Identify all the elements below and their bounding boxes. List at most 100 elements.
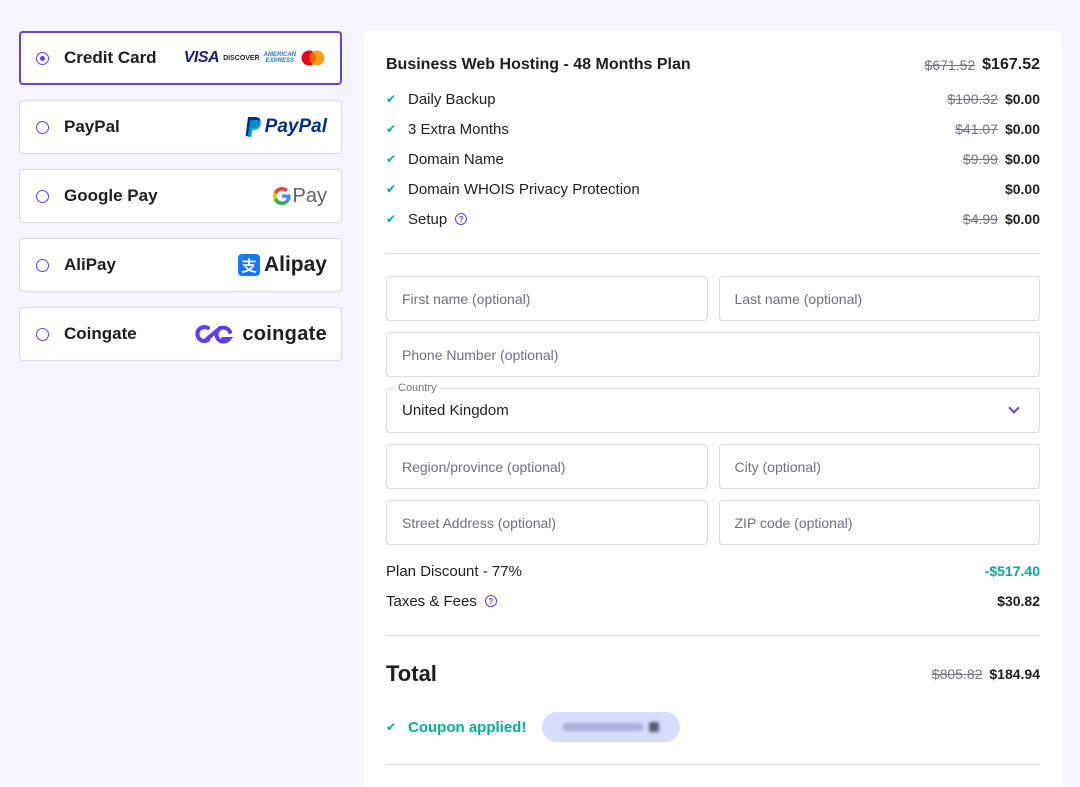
help-icon[interactable]: ? (455, 213, 468, 225)
item-label: Domain Name (408, 150, 504, 168)
mastercard-icon (301, 50, 325, 66)
discount-value: -$517.40 (984, 563, 1040, 579)
radio-unselected-icon[interactable] (36, 120, 49, 134)
plan-price: $671.52 $167.52 (925, 56, 1040, 74)
payment-option-label: PayPal (64, 117, 120, 136)
list-item: ✔ Domain Name $9.99 $0.00 (386, 144, 1040, 174)
price-summary: Plan Discount - 77% -$517.40 Taxes & Fee… (386, 556, 1040, 616)
plan-new-price: $167.52 (982, 56, 1040, 73)
total-label: Total (386, 661, 437, 686)
item-price: $0.00 (1004, 211, 1040, 227)
radio-unselected-icon[interactable] (36, 189, 49, 203)
zip-code-field[interactable] (718, 500, 1040, 545)
item-old-price: $100.32 (947, 91, 998, 107)
list-item: ✔ 3 Extra Months $41.07 $0.00 (386, 114, 1040, 144)
item-old-price: $9.99 (962, 151, 998, 167)
payment-option-google-pay[interactable]: Google Pay Pay (19, 169, 342, 223)
coingate-logo-text: coingate (242, 322, 327, 345)
check-icon: ✔ (386, 152, 397, 166)
payment-option-alipay[interactable]: AliPay 支 Alipay (19, 238, 342, 292)
blurred-coupon-code (563, 723, 644, 731)
check-icon: ✔ (386, 212, 397, 226)
total-new-price: $184.94 (989, 666, 1040, 682)
phone-field[interactable] (386, 332, 1040, 377)
discount-row: Plan Discount - 77% -$517.40 (386, 556, 1040, 586)
item-label: 3 Extra Months (408, 120, 509, 138)
billing-form: Country United Kingdom (386, 276, 1040, 545)
coupon-applied-text: Coupon applied! (408, 718, 527, 736)
country-select[interactable]: Country United Kingdom (386, 382, 1040, 433)
paypal-logo: PayPal (244, 116, 327, 138)
radio-selected-icon[interactable] (36, 51, 49, 65)
chevron-down-icon (1008, 402, 1020, 414)
divider (386, 635, 1040, 636)
payment-option-label: AliPay (64, 255, 116, 274)
check-icon: ✔ (386, 122, 397, 136)
last-name-field[interactable] (718, 276, 1040, 321)
order-summary-panel: Business Web Hosting - 48 Months Plan $6… (364, 31, 1062, 787)
visa-icon: VISA (183, 49, 220, 66)
payment-option-label: Coingate (64, 324, 137, 343)
list-item: ✔ Daily Backup $100.32 $0.00 (386, 84, 1040, 114)
radio-unselected-icon[interactable] (36, 327, 49, 341)
paypal-icon (245, 117, 261, 137)
alipay-logo-text: Alipay (263, 253, 327, 276)
check-icon: ✔ (386, 92, 397, 106)
discount-label: Plan Discount - 77% (386, 562, 522, 580)
street-address-field[interactable] (386, 500, 708, 545)
google-pay-logo-text: Pay (292, 184, 327, 207)
payment-option-coingate[interactable]: Coingate coingate (19, 307, 342, 361)
plan-row: Business Web Hosting - 48 Months Plan $6… (386, 55, 1040, 75)
first-name-field[interactable] (386, 276, 708, 321)
item-price: $0.00 (1004, 121, 1040, 137)
item-label: Setup (408, 210, 448, 228)
blurred-coupon-icon (649, 722, 660, 732)
item-old-price: $4.99 (962, 211, 998, 227)
payment-method-list: Credit Card VISA DISCOVER AMERICAN EXPRE… (19, 31, 342, 376)
paypal-logo-mark: PayPal (244, 116, 327, 138)
check-icon: ✔ (386, 720, 397, 734)
alipay-icon: 支 (237, 254, 260, 276)
coingate-logo: coingate (194, 323, 327, 346)
taxes-label: Taxes & Fees (386, 592, 477, 610)
total-row: Total $805.82 $184.94 (386, 660, 1040, 688)
paypal-logo-text: PayPal (264, 116, 327, 137)
country-label: Country (395, 382, 440, 394)
coingate-icon (195, 325, 234, 344)
included-items-list: ✔ Daily Backup $100.32 $0.00 ✔ 3 Extra Mont… (386, 84, 1040, 234)
taxes-value: $30.82 (997, 593, 1040, 609)
item-label: Domain WHOIS Privacy Protection (408, 180, 640, 198)
payment-option-label: Credit Card (64, 48, 157, 67)
alipay-logo: 支 Alipay (237, 253, 327, 277)
coupon-status: ✔ Coupon applied! (386, 719, 526, 736)
region-field[interactable] (386, 444, 708, 489)
taxes-row: Taxes & Fees? $30.82 (386, 586, 1040, 616)
card-logos: VISA DISCOVER AMERICAN EXPRESS (184, 49, 326, 67)
country-value: United Kingdom (402, 402, 509, 419)
divider (386, 253, 1040, 254)
payment-option-paypal[interactable]: PayPal PayPal (19, 100, 342, 154)
amex-line-2: EXPRESS (265, 58, 294, 64)
radio-unselected-icon[interactable] (36, 258, 49, 272)
divider (386, 764, 1040, 765)
item-price: $0.00 (1004, 91, 1040, 107)
discover-icon: DISCOVER (223, 54, 260, 62)
check-icon: ✔ (386, 182, 397, 196)
payment-option-credit-card[interactable]: Credit Card VISA DISCOVER AMERICAN EXPRE… (19, 31, 342, 85)
item-price: $0.00 (1004, 151, 1040, 167)
item-label: Daily Backup (408, 90, 496, 108)
coupon-row: ✔ Coupon applied! (386, 712, 1040, 742)
coupon-code-chip[interactable] (542, 712, 681, 742)
list-item: ✔ Setup? $4.99 $0.00 (386, 204, 1040, 234)
amex-icon: AMERICAN EXPRESS (264, 52, 296, 64)
city-field[interactable] (718, 444, 1040, 489)
item-price: $0.00 (1004, 181, 1040, 197)
list-item: ✔ Domain WHOIS Privacy Protection $0.00 (386, 174, 1040, 204)
google-pay-logo: Pay (272, 184, 327, 208)
plan-title: Business Web Hosting - 48 Months Plan (386, 56, 691, 73)
item-old-price: $41.07 (955, 121, 998, 137)
payment-option-label: Google Pay (64, 186, 158, 205)
plan-old-price: $671.52 (924, 57, 976, 73)
google-g-icon (272, 187, 291, 205)
help-icon[interactable]: ? (484, 595, 497, 607)
